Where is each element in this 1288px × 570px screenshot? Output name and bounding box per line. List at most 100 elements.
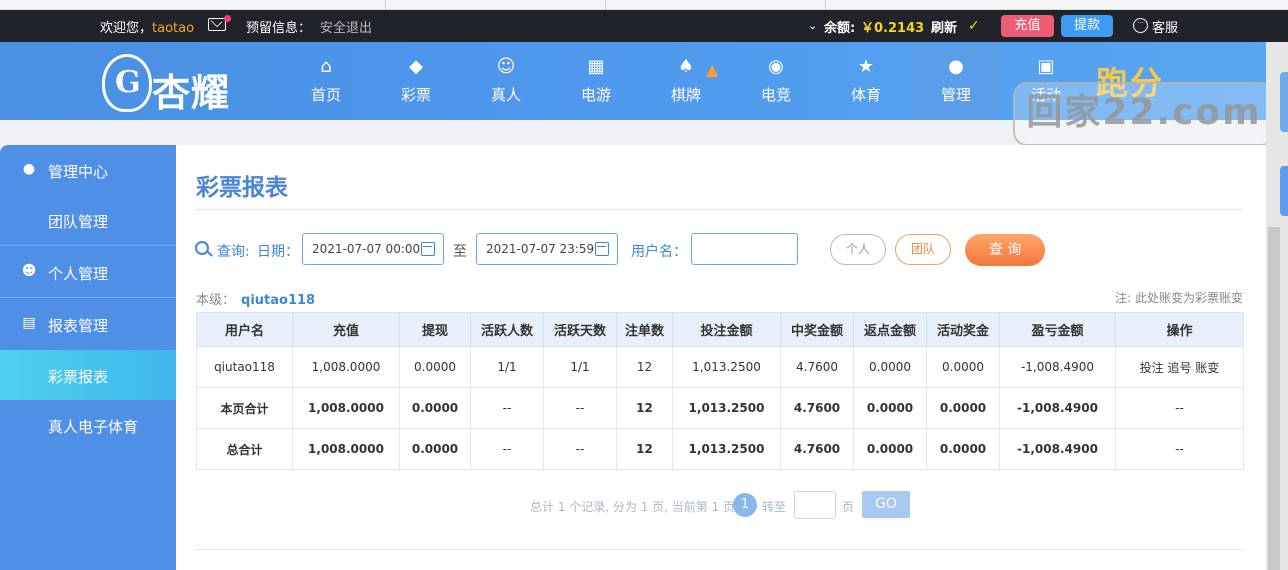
- team-button[interactable]: 团队: [895, 234, 951, 265]
- brand-logo[interactable]: G 杏耀: [102, 48, 252, 115]
- nav-sports[interactable]: ★ 体育: [821, 42, 911, 120]
- nav-label: 首页: [310, 86, 341, 104]
- personal-button[interactable]: 个人: [830, 234, 886, 265]
- sidebar-item-label: 团队管理: [48, 213, 109, 231]
- nav-cards[interactable]: ♠ 棋牌: [641, 42, 731, 120]
- cell-bet-amount: 1,013.2500: [672, 346, 781, 388]
- total-cell: 1,008.0000: [292, 387, 400, 429]
- logout-link[interactable]: 安全退出: [320, 17, 372, 36]
- nav-label: 棋牌: [670, 86, 701, 104]
- sidebar-group-management[interactable]: ● 管理中心: [0, 145, 176, 195]
- col-header: 返点金额: [853, 312, 927, 347]
- username-input[interactable]: [691, 233, 798, 265]
- hide-balance-icon[interactable]: ✓: [968, 18, 980, 34]
- cell-recharge: 1,008.0000: [292, 346, 400, 388]
- total-cell: 0.0000: [399, 387, 471, 429]
- title-divider: [196, 209, 1243, 210]
- home-icon: ⌂: [320, 56, 332, 77]
- pager-current-page[interactable]: 1: [733, 493, 757, 517]
- nav-manage[interactable]: ● 管理: [911, 42, 1001, 120]
- calendar-icon[interactable]: [595, 242, 609, 256]
- pager-page-label: 页: [842, 500, 855, 514]
- report-icon: ▤: [22, 315, 36, 331]
- nav-label: 电竞: [760, 86, 791, 104]
- nav-slots[interactable]: ▦ 电游: [551, 42, 641, 120]
- sidebar-item-lottery-report[interactable]: 彩票报表: [0, 350, 176, 400]
- sidebar-item-label: 彩票报表: [48, 368, 109, 386]
- chat-icon[interactable]: ···: [1133, 18, 1148, 33]
- floating-side-tab[interactable]: [1280, 72, 1288, 132]
- recharge-button[interactable]: 充值: [1001, 15, 1054, 37]
- username-label: 用户名：: [631, 244, 687, 260]
- nav-lottery[interactable]: ◆ 彩票: [371, 42, 461, 120]
- cell-bonus: 0.0000: [926, 346, 1000, 388]
- total-cell: --: [543, 387, 617, 429]
- search-icon: [195, 241, 209, 255]
- sidebar-group-label: 个人管理: [48, 265, 109, 283]
- tab-separator: [605, 0, 606, 10]
- row-username-link[interactable]: qiutao118: [196, 346, 293, 388]
- report-note: 注: 此处账变为彩票账变: [1115, 291, 1243, 305]
- page-title: 彩票报表: [196, 175, 288, 201]
- nav-label: 真人: [490, 86, 521, 104]
- total-cell: -1,008.4900: [999, 428, 1116, 470]
- col-header: 投注金额: [672, 312, 781, 347]
- gamepad-icon: ◉: [768, 56, 784, 77]
- total-cell: 0.0000: [926, 428, 1000, 470]
- floating-side-tab[interactable]: [1280, 166, 1288, 216]
- scrollbar-thumb[interactable]: [1268, 227, 1280, 570]
- col-header: 活动奖金: [926, 312, 1000, 347]
- sidebar-group-label: 管理中心: [48, 163, 109, 181]
- date-from-value: 2021-07-07 00:00: [312, 242, 421, 256]
- customer-service-link[interactable]: 客服: [1152, 17, 1178, 36]
- sidebar-group-personal[interactable]: ☻ 个人管理: [0, 247, 176, 297]
- site-watermark: 回家22.com: [1013, 82, 1275, 146]
- cell-rebate: 0.0000: [853, 346, 927, 388]
- col-header: 盈亏金额: [999, 312, 1116, 347]
- level-user-link[interactable]: qiutao118: [241, 293, 315, 308]
- trophy-icon: ★: [857, 56, 875, 77]
- nav-label: 管理: [940, 86, 971, 104]
- users-icon: ●: [948, 56, 964, 77]
- cell-active-days: 1/1: [543, 346, 617, 388]
- date-to-value: 2021-07-07 23:59: [486, 242, 595, 256]
- lottery-report-table: 用户名 充值 提现 活跃人数 活跃天数 注单数 投注金额 中奖金额 返点金额 活…: [196, 312, 1244, 470]
- top-info-bar: 欢迎您，taotao 预留信息： 安全退出 ⌄ 余额: ￥0.2143 刷新 ✓…: [0, 10, 1288, 42]
- user-icon: ☻: [21, 263, 37, 279]
- total-cell: --: [543, 428, 617, 470]
- total-cell: 1,013.2500: [672, 428, 781, 470]
- query-button[interactable]: 查 询: [965, 234, 1045, 266]
- total-cell: 0.0000: [399, 428, 471, 470]
- sidebar-item-team[interactable]: 团队管理: [0, 195, 176, 245]
- sidebar-divider: [0, 245, 176, 246]
- total-cell: 1,013.2500: [672, 387, 781, 429]
- row-action-links[interactable]: 投注 追号 账变: [1115, 346, 1244, 388]
- right-scrollbar[interactable]: [1266, 42, 1288, 570]
- total-cell: --: [470, 387, 544, 429]
- nav-label: 体育: [850, 86, 881, 104]
- bottom-divider: [196, 549, 1243, 550]
- withdraw-button[interactable]: 提款: [1061, 15, 1113, 37]
- date-from-input[interactable]: 2021-07-07 00:00: [302, 233, 444, 265]
- sidebar-group-reports[interactable]: ▤ 报表管理: [0, 299, 176, 349]
- refresh-button[interactable]: 刷新: [931, 17, 957, 36]
- cell-win-amount: 4.7600: [780, 346, 854, 388]
- query-label: 查询:: [217, 244, 250, 260]
- sidebar-item-live-sports[interactable]: 真人电子体育: [0, 400, 176, 450]
- calendar-icon[interactable]: [421, 242, 435, 256]
- total-cell: 4.7600: [780, 387, 854, 429]
- date-label: 日期：: [257, 244, 299, 260]
- username-link[interactable]: taotao: [152, 21, 194, 36]
- gift-icon: ▣: [1037, 56, 1055, 77]
- mail-icon[interactable]: [208, 18, 226, 31]
- chevron-down-icon[interactable]: ⌄: [808, 19, 817, 32]
- welcome-text: 欢迎您，taotao: [100, 21, 195, 36]
- date-to-input[interactable]: 2021-07-07 23:59: [476, 233, 618, 265]
- nav-home[interactable]: ⌂ 首页: [281, 42, 371, 120]
- nav-live[interactable]: ☺ 真人: [461, 42, 551, 120]
- nav-esports[interactable]: ◉ 电竞: [731, 42, 821, 120]
- pager-page-input[interactable]: [794, 491, 836, 519]
- pager-go-button[interactable]: GO: [862, 491, 910, 518]
- cards-icon: ♠: [677, 56, 695, 77]
- tab-separator: [825, 0, 826, 10]
